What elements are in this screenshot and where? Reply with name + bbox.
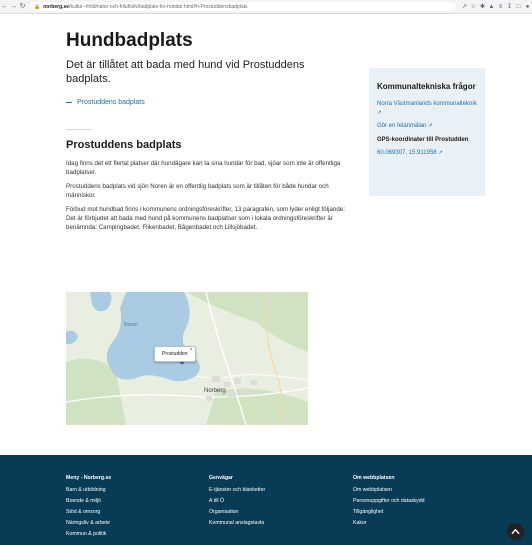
sidebar-title: Kommunaltekniska frågor — [377, 82, 476, 91]
puzzle-icon[interactable]: ▲ — [487, 4, 496, 10]
link-kommunalteknik[interactable]: Norra Västmanlands kommunalteknik ↗ — [377, 100, 477, 117]
footer-link[interactable]: Kommun & politik — [66, 531, 111, 537]
paragraph: Idag finns det ett flertal platser där h… — [66, 160, 341, 176]
reload-icon[interactable]: ↻ — [18, 0, 27, 14]
arrow-up-icon — [511, 528, 520, 535]
star-icon[interactable]: ☆ — [469, 3, 478, 10]
section-title: Prostuddens badplats — [66, 139, 182, 151]
profile-icon[interactable]: ● — [523, 4, 532, 10]
browser-toolbar: ← → ↻ 🔒 norberg.se /kultur--fritid/natur… — [0, 0, 532, 14]
link-gps-coordinates[interactable]: 60.069307, 15.911958 ↗ — [377, 149, 477, 158]
footer-column-shortcuts: Genvägar E-tjänster och blanketter A til… — [209, 475, 265, 531]
footer-link[interactable]: Kakor — [353, 520, 425, 526]
map-popup[interactable]: Prostudden × — [154, 346, 196, 362]
footer-link[interactable]: Om webbplatsen — [353, 487, 425, 493]
address-bar[interactable]: 🔒 norberg.se /kultur--fritid/natur-och-f… — [30, 2, 456, 11]
sidebar-info-box: Kommunaltekniska frågor Norra Västmanlan… — [369, 68, 485, 196]
scroll-to-top-button[interactable] — [507, 523, 524, 540]
section-body: Idag finns det ett flertal platser där h… — [66, 159, 346, 237]
footer-link[interactable]: E-tjänster och blanketter — [209, 487, 265, 493]
paragraph: Prostuddens badplats vid sjön Noren är e… — [66, 183, 329, 199]
external-link-icon: ↗ — [377, 109, 382, 116]
dash-icon — [66, 102, 72, 103]
footer-column-about: Om webbplatsen Om webbplatsen Personuppg… — [353, 475, 425, 531]
tab-search-icon[interactable]: ≡ — [496, 4, 505, 10]
lock-icon: 🔒 — [34, 3, 41, 10]
url-path: /kultur--fritid/natur-och-friluftsliv/ba… — [69, 3, 248, 10]
map-widget[interactable]: Norberg Noren Prostudden × — [66, 292, 308, 425]
gps-label: GPS-koordinater till Prostudden — [377, 136, 469, 143]
page-lead: Det är tillåtet att bada med hund vid Pr… — [66, 59, 305, 85]
link-felanmalan-label: Gör en felanmälan — [377, 123, 427, 129]
footer-link[interactable]: Boende & miljö — [66, 498, 111, 504]
map-lake-label: Noren — [124, 322, 138, 328]
back-icon[interactable]: ← — [0, 0, 9, 14]
footer-heading: Meny - Norberg.se — [66, 475, 112, 481]
external-link-icon: ↗ — [438, 150, 443, 156]
external-link-icon: ↗ — [428, 123, 433, 129]
footer-heading: Genvägar — [209, 475, 233, 481]
footer-heading: Om webbplatsen — [353, 475, 395, 481]
footer-link[interactable]: Stöd & omsorg — [66, 509, 111, 515]
footer-link[interactable]: Kommunal anslagstavla — [209, 520, 265, 526]
footer-link[interactable]: Personuppgifter och dataskydd — [353, 498, 425, 504]
footer-link[interactable]: Barn & utbildning — [66, 487, 111, 493]
window-icon[interactable]: □ — [514, 4, 523, 10]
paragraph: Förbud mot hundbad finns i kommunens ord… — [66, 206, 345, 231]
footer-column-menu: Meny - Norberg.se Barn & utbildning Boen… — [66, 475, 111, 542]
main-content: Hundbadplats Det är tillåtet att bada me… — [0, 15, 532, 454]
extension-icon[interactable]: ✱ — [478, 3, 487, 10]
url-domain: norberg.se — [43, 3, 70, 10]
map-town-label: Norberg — [204, 388, 226, 394]
anchor-link-prostudden[interactable]: Prostuddens badplats — [66, 99, 145, 106]
footer-link[interactable]: Organisation — [209, 509, 265, 515]
footer-link[interactable]: Näringsliv & arbete — [66, 520, 111, 526]
share-icon[interactable]: ↗ — [460, 3, 469, 10]
footer: Meny - Norberg.se Barn & utbildning Boen… — [0, 455, 532, 545]
page-title: Hundbadplats — [66, 30, 193, 51]
map-popup-label: Prostudden — [162, 351, 188, 357]
footer-link[interactable]: Tillgänglighet — [353, 509, 425, 515]
anchor-link-label: Prostuddens badplats — [77, 99, 145, 106]
divider — [66, 129, 92, 130]
gps-value: 60.069307, 15.911958 — [377, 150, 437, 156]
link-felanmalan[interactable]: Gör en felanmälan ↗ — [377, 122, 477, 131]
link-kommunalteknik-label: Norra Västmanlands kommunalteknik — [377, 101, 477, 107]
close-icon[interactable]: × — [190, 347, 193, 353]
forward-icon[interactable]: → — [9, 0, 18, 14]
footer-link[interactable]: A till Ö — [209, 498, 265, 504]
download-icon[interactable]: ↧ — [505, 3, 514, 10]
